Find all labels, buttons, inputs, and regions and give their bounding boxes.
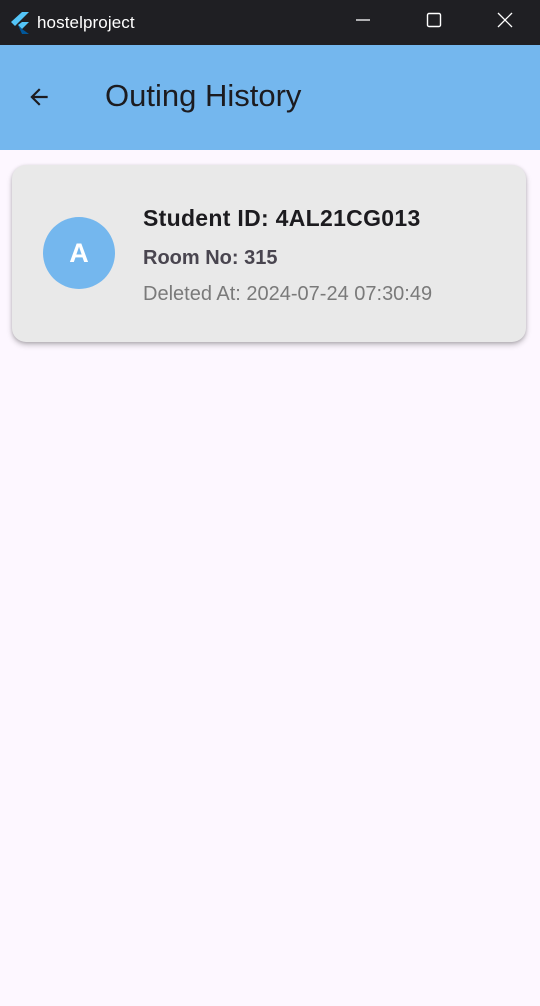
avatar-letter: A	[69, 237, 89, 268]
room-number: Room No: 315	[143, 247, 278, 269]
maximize-icon	[426, 12, 442, 33]
minimize-icon	[355, 12, 371, 33]
deleted-at-timestamp: Deleted At: 2024-07-24 07:30:49	[143, 283, 433, 305]
close-button[interactable]	[469, 0, 540, 45]
avatar: A	[43, 217, 115, 289]
window-titlebar: hostelproject	[0, 0, 540, 45]
maximize-button[interactable]	[398, 0, 469, 45]
minimize-button[interactable]	[327, 0, 398, 45]
app-bar: Outing History	[0, 45, 540, 150]
student-id: Student ID: 4AL21CG013	[143, 205, 421, 231]
history-card[interactable]: A Student ID: 4AL21CG013 Room No: 315 De…	[12, 165, 526, 342]
window-title: hostelproject	[37, 12, 135, 32]
back-button[interactable]	[15, 75, 63, 123]
window-controls	[327, 0, 540, 45]
arrow-back-icon	[26, 84, 52, 115]
page-title: Outing History	[105, 78, 302, 113]
flutter-logo-icon	[11, 11, 31, 34]
close-icon	[497, 12, 513, 33]
